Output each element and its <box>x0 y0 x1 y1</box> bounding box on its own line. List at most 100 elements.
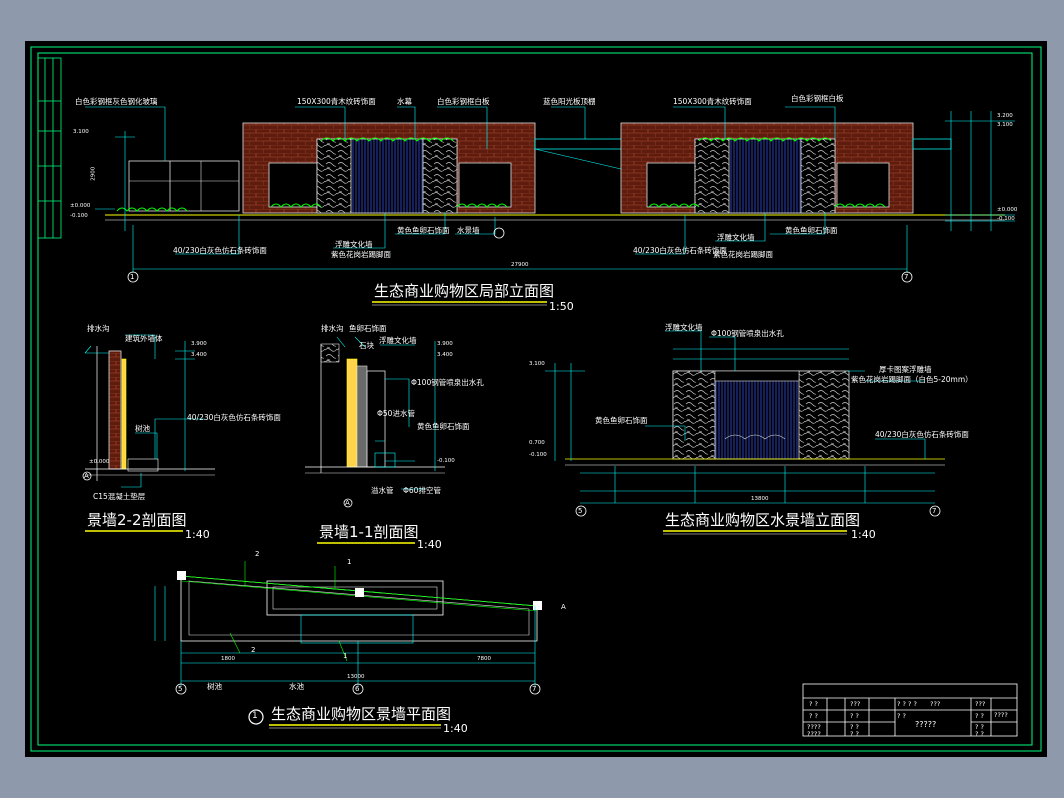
label-drain: 排水沟 <box>87 324 110 333</box>
dim-s22-000: ±0.000 <box>89 459 110 465</box>
dim-w-total: 13800 <box>751 496 769 502</box>
dim-r-m010: -0.100 <box>997 216 1015 222</box>
label-yellow-stone: 黄色鱼卵石饰面 <box>397 226 450 235</box>
label-yellow-stone-water: 黄色鱼卵石饰面 <box>595 416 648 425</box>
label-building-wall: 建筑外墙体 <box>125 334 163 343</box>
label-white-wall-glass: 白色彩钢框灰色钢化玻璃 <box>75 97 158 106</box>
label-paving-300: 150X300青木纹砖饰面 <box>297 97 376 106</box>
label-white-frame-right: 白色彩钢框白板 <box>791 94 844 103</box>
tb-r1-c5: ??? <box>975 700 986 708</box>
grid-ref-p7: 7 <box>532 685 537 693</box>
grid-ref-w5: 5 <box>578 507 583 515</box>
plan-number: 1 <box>252 711 258 721</box>
grid-ref-sA1: A <box>84 472 89 480</box>
label-concrete-base: C15混凝土垫层 <box>93 492 146 501</box>
dim-e-2900: 2900 <box>90 166 97 181</box>
label-purple-paint: 紫色花岗岩踢脚面 <box>331 250 391 259</box>
tb-r2-c3: ? ? <box>897 712 906 720</box>
label-relief-wall: 浮雕文化墙 <box>335 240 373 249</box>
label-yellow-stone-right: 黄色鱼卵石饰面 <box>785 226 838 235</box>
scale-plan: 1:40 <box>443 722 468 735</box>
text-layer: .lb{position:absolute;font-size:7.5px;co… <box>25 41 1047 757</box>
title-plan: 生态商业购物区景墙平面图 <box>271 705 452 723</box>
drawing-sheet: .lb{position:absolute;font-size:7.5px;co… <box>25 41 1047 757</box>
grid-ref-e7: 7 <box>904 273 909 281</box>
label-relief-wall-right: 浮雕文化墙 <box>717 233 755 242</box>
dim-w-m010: -0.100 <box>529 452 547 458</box>
title-main-elevation: 生态商业购物区局部立面图 <box>374 282 555 300</box>
title-water-wall: 生态商业购物区水景墙立面图 <box>665 511 861 529</box>
label-stone-head: 石块 <box>359 341 374 350</box>
tb-r4-c1: ???? <box>807 730 821 738</box>
dim-p-1800: 1800 <box>221 656 235 662</box>
label-white-frame: 白色彩钢框白板 <box>437 97 490 106</box>
dim-w-0700: 0.700 <box>529 440 545 446</box>
label-planting-plan: 树池 <box>207 682 222 691</box>
label-overflow: 溢水管 <box>371 486 394 495</box>
dim-p-13000: 13000 <box>347 674 365 680</box>
tb-r3-center: ????? <box>915 720 937 729</box>
label-pipe100-water: Φ100钢管喷泉出水孔 <box>711 329 784 338</box>
dim-r-3100: 3.100 <box>997 122 1013 128</box>
cut-ref-1b: 1 <box>343 652 348 660</box>
label-water-plan: 水池 <box>289 682 304 691</box>
grid-ref-sA2: A <box>345 499 350 507</box>
label-pipe50: Φ50进水管 <box>377 409 415 418</box>
dim-s11-m010: -0.100 <box>437 458 455 464</box>
scale-water-wall: 1:40 <box>851 528 876 541</box>
dim-total-main: 27900 <box>511 262 529 268</box>
label-right-note-2: 紫色花岗岩踢脚面（白色5-20mm） <box>851 375 973 384</box>
cut-ref-A: A <box>561 603 566 611</box>
label-right-note-1: 厚卡图案浮雕墙 <box>879 365 932 374</box>
label-relief-wall-11: 浮雕文化墙 <box>379 336 417 345</box>
dim-e-m010: -0.100 <box>70 213 88 219</box>
tb-r4-c2: ? ? <box>850 730 859 738</box>
dim-p-7800: 7800 <box>477 656 491 662</box>
tb-r4-c3: ? ? <box>975 730 984 738</box>
dim-e-3100: 3.100 <box>73 129 89 135</box>
title-section-11: 景墙1-1剖面图 <box>319 523 419 541</box>
scale-main-elevation: 1:50 <box>549 300 574 313</box>
dim-r-000: ±0.000 <box>997 207 1018 213</box>
cut-ref-2a: 2 <box>255 550 260 558</box>
tb-r2-c4: ? ? <box>975 712 984 720</box>
dim-s22-3400: 3.400 <box>191 352 207 358</box>
grid-ref-w7: 7 <box>932 507 937 515</box>
tb-r3-c5: ???? <box>994 711 1008 719</box>
tb-r1-c3: ? ? ? ? <box>897 700 917 708</box>
label-planting: 树池 <box>135 424 150 433</box>
label-granite-base: 40/230白灰色仿石条砖饰面 <box>173 246 267 255</box>
label-blue-canopy: 蓝色阳光板顶棚 <box>543 97 596 106</box>
label-water-channel: 水景墙 <box>457 226 480 235</box>
grid-ref-p5: 5 <box>178 685 183 693</box>
tb-r1-c1: ? ? <box>809 700 818 708</box>
dim-w-3100: 3.100 <box>529 361 545 367</box>
label-granite-base-22: 40/230白灰色仿石条砖饰面 <box>187 413 281 422</box>
dim-e-000: ±0.000 <box>70 203 91 209</box>
tb-r2-c2: ? ? <box>850 712 859 720</box>
label-pipe100: Φ100钢管喷泉出水孔 <box>411 378 484 387</box>
title-section-22: 景墙2-2剖面图 <box>87 511 187 529</box>
label-purple-paint-right: 紫色花岗岩踢脚面 <box>713 250 773 259</box>
tb-r1-c4: ??? <box>930 700 941 708</box>
dim-s11-3400: 3.400 <box>437 352 453 358</box>
label-granite-base-water: 40/230白灰色仿石条砖饰面 <box>875 430 969 439</box>
label-paving-300-right: 150X300青木纹砖饰面 <box>673 97 752 106</box>
dim-r-3200: 3.200 <box>997 113 1013 119</box>
tb-r2-c1: ? ? <box>809 712 818 720</box>
label-stone-facing: 鱼卵石饰面 <box>349 324 387 333</box>
cut-ref-2b: 2 <box>251 646 256 654</box>
dim-s11-3900: 3.900 <box>437 341 453 347</box>
scale-section-22: 1:40 <box>185 528 210 541</box>
label-drain-11: 排水沟 <box>321 324 344 333</box>
label-pipe60: Φ60排空管 <box>403 486 441 495</box>
scale-section-11: 1:40 <box>417 538 442 551</box>
grid-ref-p6: 6 <box>355 685 360 693</box>
cut-ref-1a: 1 <box>347 558 352 566</box>
label-water-curtain: 水幕 <box>397 97 412 106</box>
dim-s22-3900: 3.900 <box>191 341 207 347</box>
label-relief-wall-water: 浮雕文化墙 <box>665 323 703 332</box>
tb-r1-c2: ??? <box>850 700 861 708</box>
grid-ref-e1: 1 <box>130 273 135 281</box>
label-yellow-stone-11: 黄色鱼卵石饰面 <box>417 422 470 431</box>
